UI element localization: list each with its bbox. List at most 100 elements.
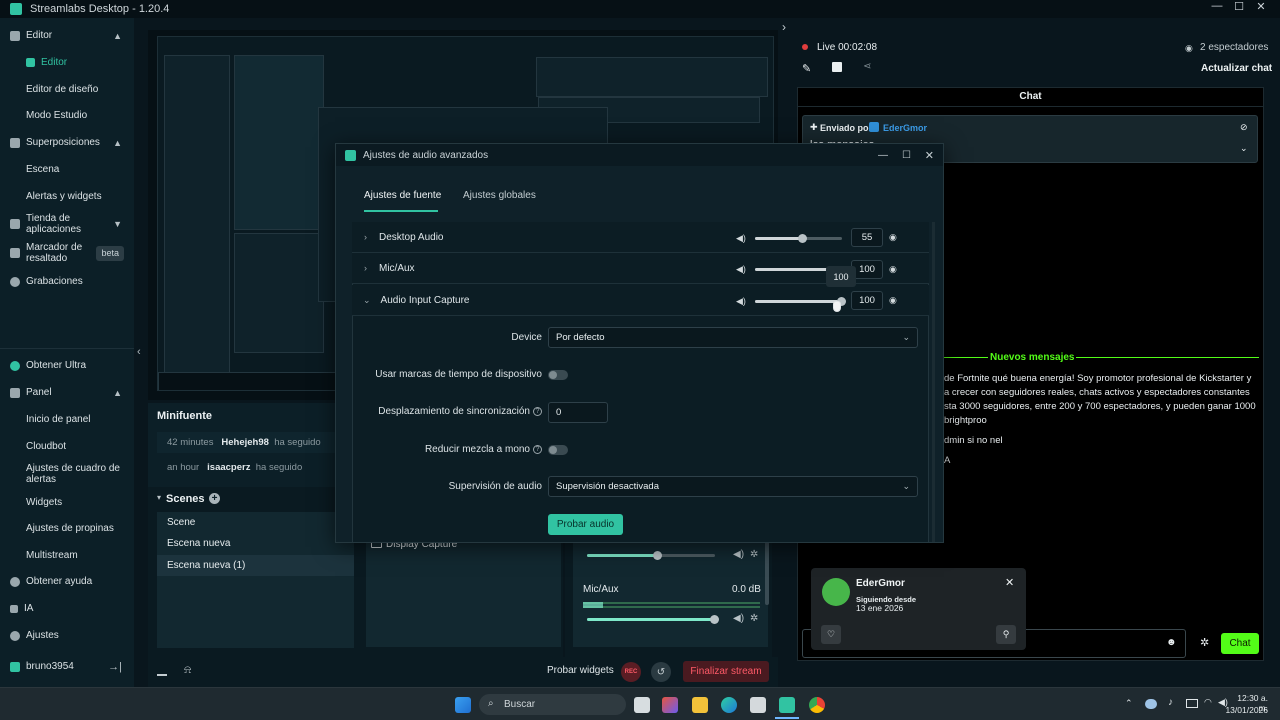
mic-volume-knob[interactable] [710, 615, 719, 624]
stats-icon[interactable] [157, 665, 167, 676]
onedrive-icon[interactable] [1145, 699, 1157, 709]
chevron-down-icon[interactable]: ⌄ [1240, 143, 1248, 154]
display-icon[interactable] [1186, 699, 1198, 708]
test-widgets-button[interactable]: Probar widgets [547, 665, 614, 676]
sidebar-item-get-ultra[interactable]: Obtener Ultra [0, 360, 134, 371]
chevron-right-icon[interactable]: › [364, 232, 367, 242]
refresh-chat-button[interactable]: Actualizar chat [1201, 63, 1272, 74]
end-stream-button[interactable]: Finalizar stream [683, 661, 769, 682]
sidebar-item-layout-editor[interactable]: Editor de diseño [0, 84, 134, 95]
sidebar-item-tip-settings[interactable]: Ajustes de propinas [0, 523, 134, 534]
sidebar-item-editor[interactable]: Editor ▲ [0, 30, 134, 41]
streamlabs-taskbar-icon[interactable] [779, 697, 795, 713]
tab-source-settings[interactable]: Ajustes de fuente [364, 190, 441, 201]
chevron-down-icon[interactable]: ▾ [157, 493, 161, 502]
minimize-button[interactable]: — [1206, 0, 1228, 13]
microphone-icon[interactable]: ♪ [1168, 697, 1173, 708]
collapse-sidebar-icon[interactable]: ‹ [137, 346, 141, 358]
sync-offset-input[interactable]: 0 [548, 402, 608, 423]
test-audio-button[interactable]: Probar audio [548, 514, 623, 535]
device-select[interactable]: Por defecto ⌄ [548, 327, 918, 348]
gear-icon[interactable]: ✲ [750, 549, 758, 560]
sidebar-item-overlays[interactable]: Superposiciones ▲ [0, 137, 134, 148]
chevron-down-icon[interactable]: ⌄ [363, 295, 371, 306]
close-icon[interactable]: ✕ [1005, 576, 1014, 589]
add-scene-icon[interactable]: + [209, 493, 220, 504]
mixer-volume-knob[interactable] [653, 551, 662, 560]
maximize-button[interactable]: ☐ [1228, 0, 1250, 13]
speaker-icon[interactable]: ◀) [736, 296, 746, 307]
sidebar-item-dashboard-home[interactable]: Inicio de panel [0, 414, 134, 425]
source-row-desktop-audio[interactable]: › Desktop Audio [352, 222, 929, 253]
help-icon[interactable]: ? [533, 406, 542, 416]
rec-button[interactable]: REC [621, 662, 641, 682]
sidebar-item-recordings[interactable]: Grabaciones [0, 276, 134, 287]
volume-slider-knob[interactable] [798, 234, 807, 243]
scene-item[interactable]: Escena nueva [157, 533, 354, 554]
pinned-user[interactable]: EderGmor [883, 123, 927, 133]
volume-input[interactable]: 100 [851, 291, 883, 310]
sidebar-item-ai[interactable]: IA [0, 603, 134, 614]
heart-icon[interactable]: ♡ [821, 625, 841, 644]
bell-icon[interactable]: ⍾ [184, 664, 191, 677]
speaker-icon[interactable]: ◀) [736, 264, 746, 275]
scene-item-selected[interactable]: Escena nueva (1) [157, 555, 354, 576]
store-icon[interactable] [750, 697, 766, 713]
hide-icon[interactable]: ⊘ [1240, 122, 1248, 133]
help-icon[interactable]: ? [533, 444, 542, 454]
speaker-icon[interactable]: ◀) [733, 549, 744, 560]
sidebar-item-alerts-widgets[interactable]: Alertas y widgets [0, 191, 134, 202]
tab-global-settings[interactable]: Ajustes globales [463, 190, 536, 201]
sidebar-item-get-help[interactable]: Obtener ayuda [0, 576, 134, 587]
share-icon[interactable]: ⋖ [863, 61, 871, 72]
chevron-right-icon[interactable]: › [782, 20, 786, 34]
scene-item[interactable]: Scene [157, 512, 354, 533]
taskbar-search[interactable] [479, 694, 626, 715]
sidebar-item-studio-mode[interactable]: Modo Estudio [0, 110, 134, 121]
sidebar-item-alertbox-settings[interactable]: Ajustes de cuadro de alertas [0, 463, 124, 485]
sidebar-item-scene[interactable]: Escena [0, 164, 134, 175]
logout-icon[interactable]: →| [108, 661, 122, 673]
chat-send-button[interactable]: Chat [1221, 633, 1259, 654]
speaker-icon[interactable]: ◀) [736, 233, 746, 244]
wifi-icon[interactable]: ◠ [1204, 697, 1212, 708]
eye-icon[interactable]: ◉ [889, 232, 897, 243]
sidebar-item-highlighter[interactable]: Marcador de resaltado beta [0, 242, 134, 264]
sidebar-item-multistream[interactable]: Multistream [0, 550, 134, 561]
gear-icon[interactable]: ✲ [750, 613, 758, 624]
sidebar-item-cloudbot[interactable]: Cloudbot [0, 441, 134, 452]
sidebar-item-app-store[interactable]: Tienda de aplicaciones ▼ [0, 213, 122, 235]
emoji-icon[interactable]: ☻ [1166, 637, 1177, 648]
close-button[interactable]: ✕ [925, 149, 934, 162]
m365-icon[interactable] [662, 697, 678, 713]
chevron-right-icon[interactable]: › [364, 263, 367, 273]
replay-icon[interactable]: ↺ [651, 662, 671, 682]
chat-settings-icon[interactable]: ✲ [1200, 636, 1209, 649]
edit-icon[interactable]: ✎ [802, 62, 811, 75]
task-view-icon[interactable] [634, 697, 650, 713]
sidebar-item-widgets[interactable]: Widgets [0, 497, 134, 508]
sidebar-item-panel[interactable]: Panel ▲ [0, 387, 134, 398]
sidebar-item-settings[interactable]: Ajustes [0, 630, 134, 641]
sidebar-item-user[interactable]: bruno3954 →| [0, 661, 134, 673]
file-explorer-icon[interactable] [692, 697, 708, 713]
downmix-mono-toggle[interactable] [548, 445, 568, 455]
tray-chevron-up-icon[interactable]: ⌃ [1125, 698, 1133, 709]
chrome-icon[interactable] [809, 697, 825, 713]
maximize-button[interactable]: ☐ [902, 150, 911, 161]
edge-icon[interactable] [721, 697, 737, 713]
sidebar-item-editor-sub[interactable]: Editor [16, 57, 150, 68]
clapper-icon[interactable] [832, 62, 842, 72]
eye-icon[interactable]: ◉ [889, 295, 897, 306]
shield-icon[interactable]: ⚲ [996, 625, 1016, 644]
clock-date[interactable]: 13/01/2026 [1222, 705, 1268, 715]
minimize-button[interactable]: — [878, 150, 888, 161]
eye-icon[interactable]: ◉ [889, 264, 897, 275]
speaker-icon[interactable]: ◀) [733, 613, 744, 624]
windows-start-icon[interactable] [455, 697, 471, 713]
volume-input[interactable]: 55 [851, 228, 883, 247]
timestamps-toggle[interactable] [548, 370, 568, 380]
mixer-scrollbar[interactable] [765, 540, 769, 605]
dialog-scrollbar[interactable] [932, 222, 935, 542]
close-button[interactable]: ✕ [1250, 0, 1272, 13]
